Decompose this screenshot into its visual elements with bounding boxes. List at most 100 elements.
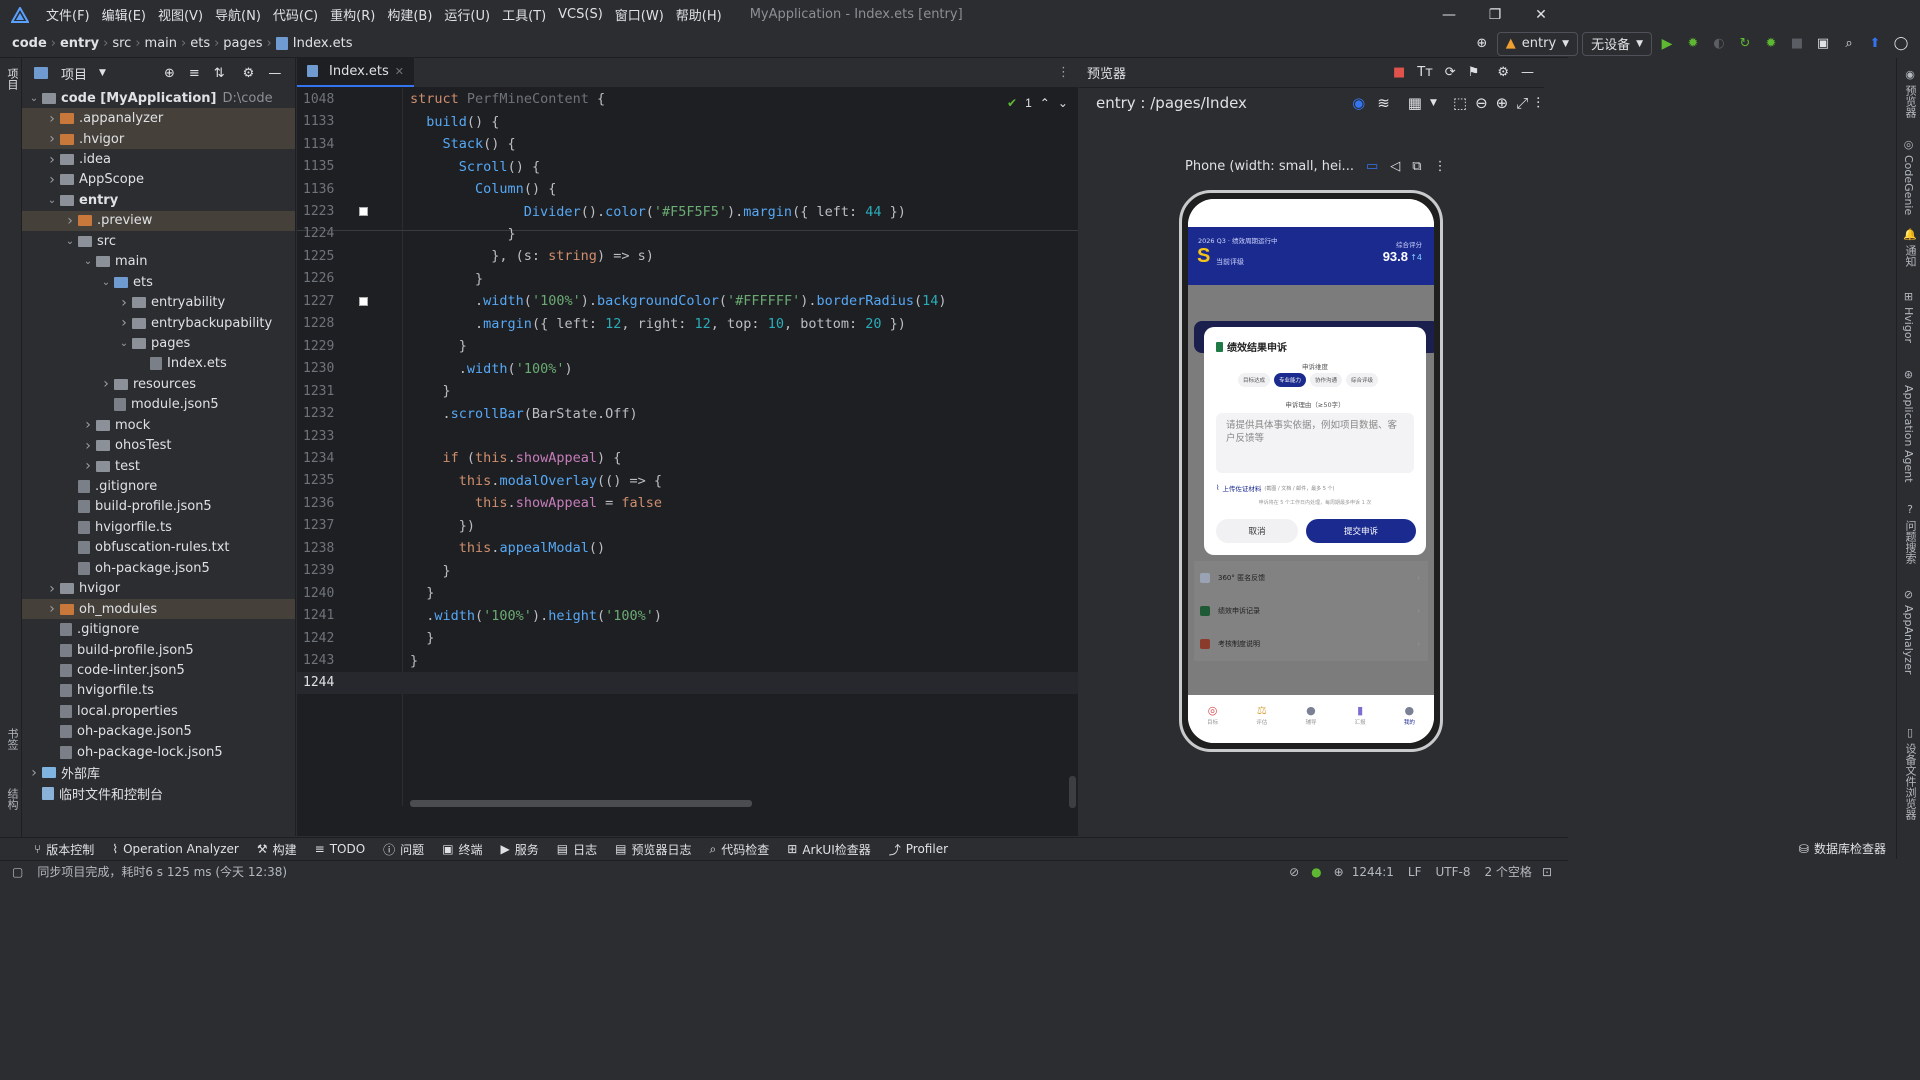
chevron-up-icon[interactable]: ⌃ <box>1040 96 1050 110</box>
tree-item[interactable]: local.properties <box>22 701 295 721</box>
attach-debugger-icon[interactable]: ✹ <box>1760 33 1782 55</box>
chevron-down-icon[interactable]: ⌄ <box>1058 96 1068 110</box>
zoom-out-icon[interactable]: ⊖ <box>1475 94 1488 112</box>
collapse-all-icon[interactable]: ≡ <box>189 66 200 81</box>
project-tool-button[interactable]: 项目 <box>4 68 20 90</box>
search-icon[interactable]: ⌕ <box>1838 33 1860 55</box>
tree-item[interactable]: .gitignore <box>22 619 295 639</box>
tree-item[interactable]: ⌄ entry <box>22 190 295 210</box>
profile-icon[interactable]: ◐ <box>1708 33 1730 55</box>
tree-item[interactable]: code-linter.json5 <box>22 660 295 680</box>
tree-item[interactable]: 临时文件和控制台 <box>22 783 295 803</box>
tree-item[interactable]: › AppScope <box>22 170 295 190</box>
chevron-down-icon[interactable]: ▼ <box>99 68 106 78</box>
bookmarks-tool-button[interactable]: 书签 <box>4 728 20 750</box>
language-icon[interactable]: ⊕ <box>1334 865 1344 879</box>
tree-item[interactable]: › oh_modules <box>22 598 295 620</box>
tab-1[interactable]: ⚖ 评估 <box>1256 704 1267 726</box>
tree-item[interactable]: obfuscation-rules.txt <box>22 538 295 558</box>
device-frame-icon[interactable]: ▭ <box>1366 159 1378 174</box>
menu-item[interactable]: 窗口(W) <box>609 5 670 24</box>
dimension-chip[interactable]: 专业能力 <box>1274 373 1307 387</box>
chevron-right-icon[interactable]: › <box>44 152 60 168</box>
menu-list-item[interactable]: 绩效申诉记录 › <box>1194 594 1428 627</box>
dimension-chip[interactable]: 目标达成 <box>1238 373 1271 387</box>
bottom-tool-button[interactable]: ▤ 预览器日志 <box>615 841 691 858</box>
lock-icon[interactable]: ⊡ <box>1542 865 1552 879</box>
update-icon[interactable]: ⬆ <box>1864 33 1886 55</box>
tab-2[interactable]: ● 辅导 <box>1305 704 1316 726</box>
bottom-tool-button[interactable]: ⑂ 版本控制 <box>34 841 94 858</box>
chevron-right-icon[interactable]: › <box>116 315 132 331</box>
menu-item[interactable]: 工具(T) <box>496 5 552 24</box>
layers-icon[interactable]: ≋ <box>1377 94 1390 112</box>
hide-icon[interactable]: — <box>268 66 281 81</box>
more-tabs-icon[interactable]: ⋮ <box>1057 57 1078 87</box>
tree-item[interactable]: ⌄ src <box>22 231 295 251</box>
upload-row[interactable]: ⌇ 上传佐证材料 (截图 / 文档 / 邮件，最多 5 个) <box>1216 483 1334 493</box>
db-inspector-button[interactable]: ⛁ 数据库检查器 <box>1799 840 1886 857</box>
right-tool-button[interactable]: ▯ 设备文件浏览器 <box>1902 726 1918 820</box>
menu-item[interactable]: 文件(F) <box>40 5 96 24</box>
menu-item[interactable]: 重构(R) <box>324 5 381 24</box>
submit-button[interactable]: 提交申诉 <box>1306 519 1416 543</box>
hide-icon[interactable]: — <box>1521 65 1534 80</box>
close-icon[interactable]: ✕ <box>1518 0 1564 29</box>
more-icon[interactable]: ⋮ <box>1434 159 1447 174</box>
inspection-widget[interactable]: ✔ 1 ⌃ ⌄ <box>1007 96 1068 110</box>
refresh-icon[interactable]: ⟳ <box>1445 65 1456 80</box>
tree-item[interactable]: ⌄ code [MyApplication] D:\code <box>22 88 295 108</box>
chevron-right-icon[interactable]: › <box>80 417 96 433</box>
tab-0[interactable]: ◎ 目标 <box>1207 704 1218 726</box>
tab-4[interactable]: ● 我的 <box>1404 704 1415 726</box>
chevron-down-icon[interactable]: ▼ <box>1430 98 1437 108</box>
structure-tool-button[interactable]: 结构 <box>4 788 20 810</box>
breadcrumb-item[interactable]: Index.ets <box>293 36 353 51</box>
breadcrumb-item[interactable]: ets <box>190 36 210 51</box>
reason-textarea[interactable]: 请提供具体事实依据，例如项目数据、客户反馈等 <box>1216 413 1414 473</box>
run-icon[interactable]: ▶ <box>1656 33 1678 55</box>
fit-icon[interactable]: ⬚ <box>1453 94 1467 112</box>
fullscreen-icon[interactable]: ⤢ <box>1516 94 1528 112</box>
tree-item[interactable]: module.json5 <box>22 395 295 415</box>
target-icon[interactable]: ⊕ <box>1471 33 1493 55</box>
tree-item[interactable]: oh-package.json5 <box>22 558 295 578</box>
bottom-tool-button[interactable]: ⤴ Profiler <box>889 841 948 858</box>
dimension-chip[interactable]: 综合评级 <box>1346 373 1379 387</box>
menu-item[interactable]: 运行(U) <box>438 5 496 24</box>
tree-item[interactable]: ⌄ main <box>22 252 295 272</box>
breadcrumb-item[interactable]: entry <box>60 36 99 51</box>
tree-item[interactable]: › .preview <box>22 210 295 232</box>
apply-changes-icon[interactable]: ↻ <box>1734 33 1756 55</box>
chevron-right-icon[interactable]: › <box>44 172 60 188</box>
no-notifications-icon[interactable]: ⊘ <box>1289 865 1299 879</box>
right-tool-button[interactable]: ⊘ AppAnalyzer <box>1902 588 1915 674</box>
menu-list-item[interactable]: 考核制度说明 › <box>1194 627 1428 660</box>
ruler-icon[interactable]: ⫶ <box>1536 94 1540 112</box>
horizontal-scrollbar[interactable] <box>410 800 752 807</box>
tree-item[interactable]: hvigorfile.ts <box>22 681 295 701</box>
phone-screen[interactable]: 2026 Q3 · 绩效周期运行中 S 当前评级 综合评分 93.8 ↑4 36… <box>1188 199 1434 743</box>
tree-item[interactable]: › entryability <box>22 292 295 312</box>
tree-item[interactable]: build-profile.json5 <box>22 640 295 660</box>
tree-item[interactable]: ⌄ ets <box>22 272 295 292</box>
rotate-icon[interactable]: ◁ <box>1390 159 1400 174</box>
file-encoding[interactable]: UTF-8 <box>1436 865 1471 879</box>
menu-item[interactable]: 代码(C) <box>267 5 324 24</box>
bottom-tool-button[interactable]: ⚒ 构建 <box>257 841 297 858</box>
minimize-icon[interactable]: — <box>1426 0 1472 29</box>
maximize-icon[interactable]: ❐ <box>1472 0 1518 29</box>
chevron-right-icon[interactable]: › <box>44 111 60 127</box>
bottom-tool-button[interactable]: ⌇ Operation Analyzer <box>112 842 239 856</box>
chevron-right-icon[interactable]: › <box>26 765 42 781</box>
menu-item[interactable]: VCS(S) <box>552 7 609 22</box>
run-config-select[interactable]: ▲ entry ▼ <box>1496 31 1579 56</box>
chevron-right-icon[interactable]: › <box>80 438 96 454</box>
chevron-down-icon[interactable]: ⌄ <box>80 256 96 267</box>
zoom-in-icon[interactable]: ⊕ <box>1496 94 1509 112</box>
caret-position[interactable]: 1244:1 <box>1352 865 1394 879</box>
tree-item[interactable]: › .appanalyzer <box>22 108 295 129</box>
right-tool-button[interactable]: 🔔 通知 <box>1902 228 1918 267</box>
menu-list-item[interactable]: 360° 匿名反馈 › <box>1194 561 1428 594</box>
bottom-tool-button[interactable]: ▶ 服务 <box>501 841 539 858</box>
